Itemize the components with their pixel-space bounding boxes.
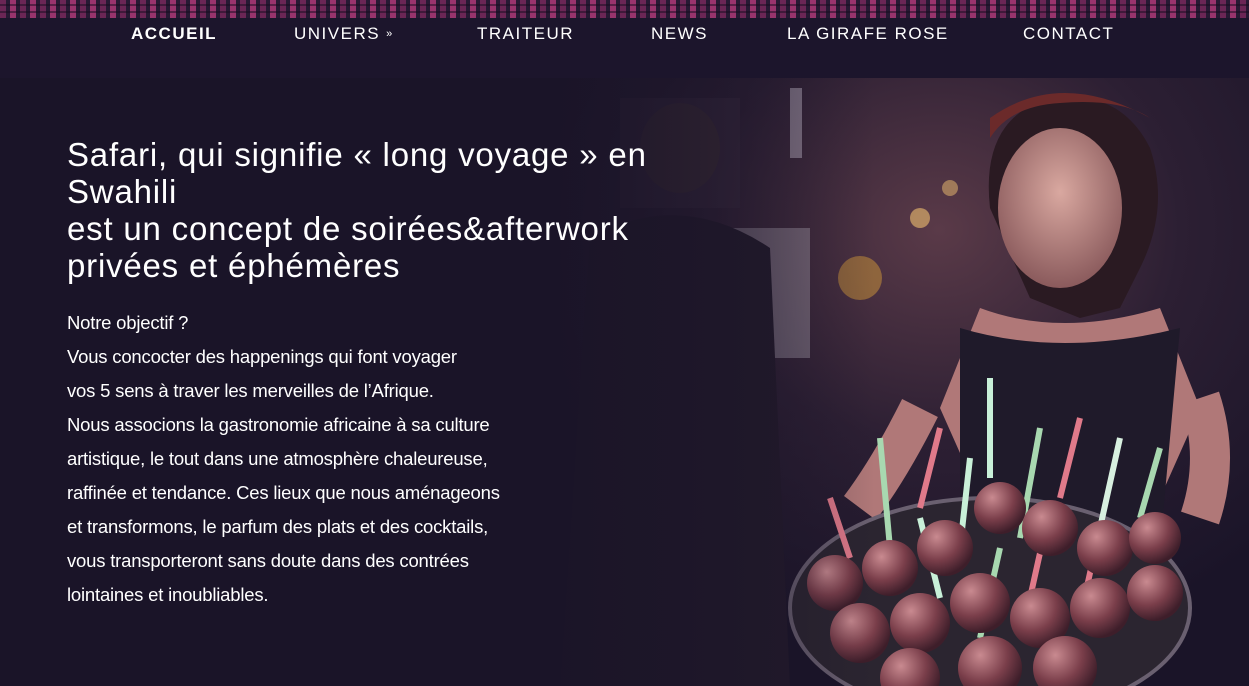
nav-item-la-girafe-rose[interactable]: LA GIRAFE ROSE [787, 24, 949, 44]
headline-line: Swahili [67, 173, 178, 210]
nav-item-contact[interactable]: CONTACT [1023, 24, 1114, 44]
description-line: Nous associons la gastronomie africaine … [67, 414, 490, 435]
nav-item-univers[interactable]: UNIVERS » [294, 24, 394, 44]
hero-headline: Safari, qui signifie « long voyage » en … [67, 136, 707, 284]
decorative-pattern-banner [0, 0, 1249, 18]
nav-item-label: ACCUEIL [131, 24, 218, 43]
nav-item-label: TRAITEUR [477, 24, 574, 43]
nav-item-label: UNIVERS [294, 24, 381, 43]
description-line: vos 5 sens à traver les merveilles de l’… [67, 380, 434, 401]
description-line: Notre objectif ? [67, 312, 189, 333]
description-line: raffinée et tendance. Ces lieux que nous… [67, 482, 500, 503]
description-line: vous transporteront sans doute dans des … [67, 550, 469, 571]
headline-line: est un concept de soirées&afterwork [67, 210, 629, 247]
nav-item-label: NEWS [651, 24, 708, 43]
nav-menu: ACCUEIL UNIVERS » TRAITEUR NEWS LA GIRAFE… [0, 18, 1249, 50]
description-line: artistique, le tout dans une atmosphère … [67, 448, 488, 469]
description-line: et transformons, le parfum des plats et … [67, 516, 489, 537]
headline-line: privées et éphémères [67, 247, 401, 284]
headline-line: Safari, qui signifie « long voyage » en [67, 136, 647, 173]
nav-item-label: CONTACT [1023, 24, 1115, 43]
description-line: lointaines et inoubliables. [67, 584, 269, 605]
nav-item-traiteur[interactable]: TRAITEUR [477, 24, 574, 44]
top-navigation-bar: ACCUEIL UNIVERS » TRAITEUR NEWS LA GIRAFE… [0, 18, 1249, 78]
nav-item-news[interactable]: NEWS [651, 24, 708, 44]
double-chevron-down-icon: » [386, 28, 394, 40]
description-line: Vous concocter des happenings qui font v… [67, 346, 457, 367]
hero-description: Notre objectif ? Vous concocter des happ… [67, 306, 567, 612]
nav-item-label: LA GIRAFE ROSE [787, 24, 949, 43]
nav-item-accueil[interactable]: ACCUEIL [131, 24, 217, 44]
